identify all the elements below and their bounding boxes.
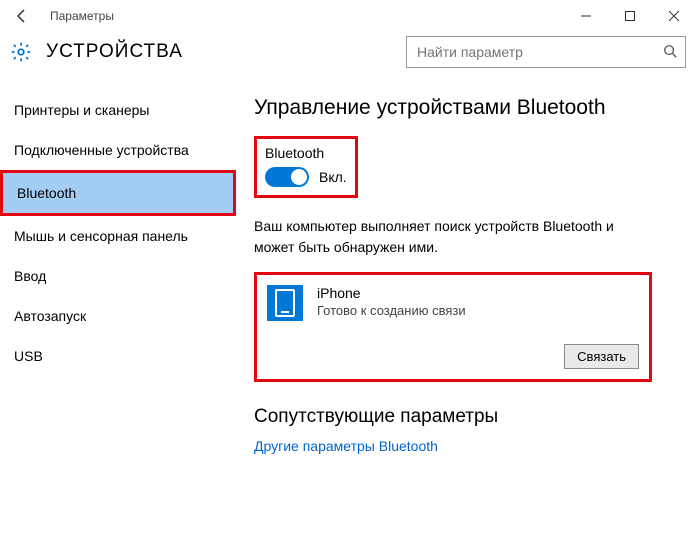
close-button[interactable]	[652, 0, 696, 32]
page-title: Управление устройствами Bluetooth	[254, 96, 678, 120]
bluetooth-toggle-state: Вкл.	[319, 169, 347, 185]
minimize-button[interactable]	[564, 0, 608, 32]
related-settings-title: Сопутствующие параметры	[254, 406, 678, 428]
pair-button[interactable]: Связать	[564, 344, 639, 369]
window-controls	[564, 0, 696, 32]
phone-icon	[267, 285, 303, 321]
sidebar-item-printers[interactable]: Принтеры и сканеры	[0, 90, 236, 130]
search-icon	[663, 44, 677, 61]
window-title: Параметры	[50, 9, 564, 23]
sidebar-item-autoplay[interactable]: Автозапуск	[0, 296, 236, 336]
sidebar-item-mouse-touchpad[interactable]: Мышь и сенсорная панель	[0, 216, 236, 256]
titlebar: Параметры	[0, 0, 696, 32]
device-status: Готово к созданию связи	[317, 303, 466, 318]
gear-icon	[10, 41, 32, 63]
device-item[interactable]: iPhone Готово к созданию связи	[267, 285, 639, 321]
section-title: УСТРОЙСТВА	[46, 41, 183, 63]
content: Управление устройствами Bluetooth Blueto…	[236, 82, 696, 538]
device-list: iPhone Готово к созданию связи Связать	[254, 272, 652, 382]
search-input[interactable]	[415, 43, 663, 61]
bluetooth-toggle-section: Bluetooth Вкл.	[254, 136, 358, 198]
sidebar-item-typing[interactable]: Ввод	[0, 256, 236, 296]
bluetooth-toggle[interactable]	[265, 167, 309, 187]
back-button[interactable]	[6, 0, 38, 32]
bluetooth-label: Bluetooth	[265, 145, 347, 161]
bluetooth-description: Ваш компьютер выполняет поиск устройств …	[254, 216, 654, 258]
search-box[interactable]	[406, 36, 686, 68]
sidebar-item-connected-devices[interactable]: Подключенные устройства	[0, 130, 236, 170]
sidebar-item-bluetooth[interactable]: Bluetooth	[0, 170, 236, 216]
device-name: iPhone	[317, 285, 466, 301]
sidebar: Принтеры и сканеры Подключенные устройст…	[0, 82, 236, 538]
header: УСТРОЙСТВА	[0, 32, 696, 82]
maximize-button[interactable]	[608, 0, 652, 32]
more-bluetooth-options-link[interactable]: Другие параметры Bluetooth	[254, 438, 678, 454]
sidebar-item-usb[interactable]: USB	[0, 336, 236, 376]
